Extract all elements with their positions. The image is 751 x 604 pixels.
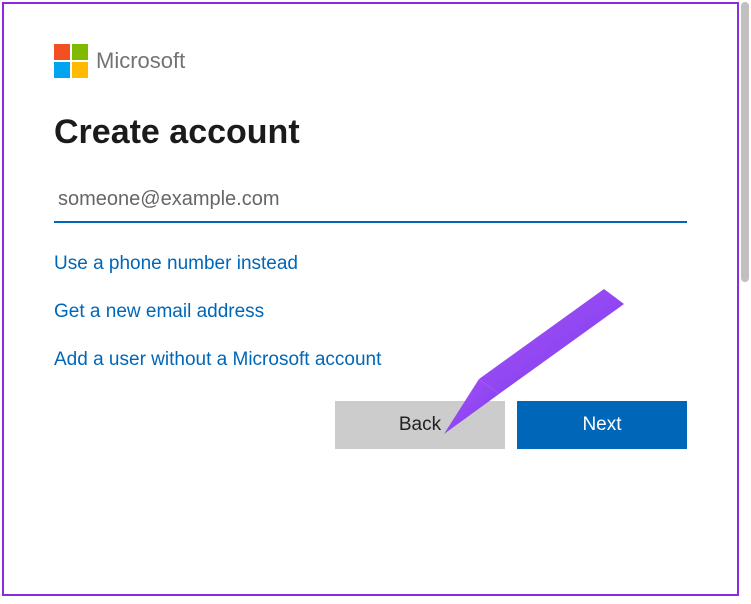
use-phone-link[interactable]: Use a phone number instead bbox=[54, 253, 687, 275]
email-field[interactable] bbox=[54, 182, 687, 223]
back-button[interactable]: Back bbox=[335, 401, 505, 449]
dialog-content: Microsoft Create account Use a phone num… bbox=[4, 4, 737, 479]
no-microsoft-account-link[interactable]: Add a user without a Microsoft account bbox=[54, 349, 687, 371]
brand-name: Microsoft bbox=[96, 48, 185, 74]
button-row: Back Next bbox=[54, 401, 687, 449]
next-button[interactable]: Next bbox=[517, 401, 687, 449]
page-title: Create account bbox=[54, 113, 687, 152]
scrollbar[interactable] bbox=[741, 2, 749, 282]
dialog-frame: Microsoft Create account Use a phone num… bbox=[2, 2, 739, 596]
brand-row: Microsoft bbox=[54, 44, 687, 78]
links-section: Use a phone number instead Get a new ema… bbox=[54, 253, 687, 371]
new-email-link[interactable]: Get a new email address bbox=[54, 301, 687, 323]
microsoft-logo-icon bbox=[54, 44, 88, 78]
